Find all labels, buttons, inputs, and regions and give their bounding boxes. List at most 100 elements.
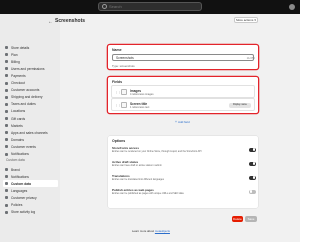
- footer-text: Learn more about: [132, 229, 155, 233]
- sidebar-item-label: Gift cards: [11, 116, 26, 121]
- sidebar-item-label: Apps and sales channels: [11, 130, 48, 135]
- sidebar-item-notifications[interactable]: Notifications: [3, 173, 58, 180]
- sidebar-item-label: Domains: [11, 137, 25, 142]
- fields-card: Fields ⋮⋮ Images 4 references images ⋮⋮ …: [108, 77, 258, 113]
- custom-data-icon: [5, 182, 8, 186]
- sidebar-item-label: Markets: [11, 123, 23, 128]
- checkout-icon: [5, 81, 8, 85]
- sidebar-item-payments[interactable]: Payments: [3, 72, 58, 79]
- customer-privacy-icon: [5, 196, 8, 200]
- sidebar-item-label: Notifications: [11, 174, 29, 179]
- sidebar-item-checkout[interactable]: Checkout: [3, 80, 58, 87]
- option-toggle[interactable]: [249, 147, 256, 152]
- gift-cards-icon: [5, 117, 8, 120]
- apps-and-sales-channels-icon: [5, 131, 8, 135]
- display-name-badge: Display name: [229, 103, 251, 108]
- arrow-left-icon[interactable]: ←: [48, 19, 53, 25]
- save-button[interactable]: Save: [245, 216, 257, 222]
- sidebar-item-label: Users and permissions: [11, 66, 45, 71]
- sidebar-item-domains[interactable]: Domains: [3, 136, 58, 143]
- sidebar-item-shipping-and-delivery[interactable]: Shipping and delivery: [3, 94, 58, 101]
- footer-note: Learn more about metaobjects: [132, 229, 170, 233]
- sidebar-item-plan[interactable]: Plan: [3, 51, 58, 58]
- users-and-permissions-icon: [5, 67, 8, 71]
- sidebar-item-label: Store details: [11, 45, 30, 50]
- text-icon: [121, 102, 127, 108]
- sidebar-item-policies[interactable]: Policies: [3, 202, 58, 209]
- sidebar-item-users-and-permissions[interactable]: Users and permissions: [3, 65, 58, 72]
- sidebar-item-store-details[interactable]: Store details: [3, 44, 58, 51]
- sidebar-item-languages[interactable]: Languages: [3, 187, 58, 194]
- option-description: Entries can be translated into different…: [112, 178, 164, 181]
- option-storefronts-access: Storefronts access Entries can be rendere…: [112, 146, 256, 157]
- sidebar-item-taxes-and-duties[interactable]: Taxes and duties: [3, 101, 58, 108]
- option-translations: Translations Entries can be translated in…: [112, 174, 256, 185]
- top-bar: [0, 0, 300, 14]
- locations-icon: [5, 109, 8, 113]
- sidebar-item-label: Languages: [11, 188, 28, 193]
- option-active-draft-status: Active draft status Entries can have draf…: [112, 160, 256, 171]
- taxes-and-duties-icon: [5, 102, 8, 106]
- sidebar-item-label: Notifications: [11, 152, 29, 156]
- option-toggle[interactable]: [249, 189, 256, 194]
- plus-icon: +: [175, 120, 177, 124]
- metaobjects-link[interactable]: metaobjects: [155, 229, 170, 233]
- field-name: Images: [130, 88, 141, 93]
- toggle-knob: [252, 162, 256, 165]
- option-toggle[interactable]: [249, 175, 256, 180]
- delete-button[interactable]: Delete: [232, 216, 243, 222]
- name-card-title: Name: [112, 48, 122, 52]
- more-actions-button[interactable]: More actions ▾: [234, 17, 258, 23]
- settings-sidebar: Store details Plan Billing Users and permis…: [0, 14, 60, 242]
- sidebar-item-billing[interactable]: Billing: [3, 58, 58, 65]
- markets-icon: [5, 124, 8, 128]
- sidebar-item-apps-and-sales-channels[interactable]: Apps and sales channels: [3, 129, 58, 136]
- avatar[interactable]: [289, 4, 295, 10]
- add-field-button[interactable]: + Add field: [175, 120, 190, 124]
- sidebar-item-markets[interactable]: Markets: [3, 122, 58, 129]
- domains-icon: [5, 138, 8, 142]
- customer-events-icon: [5, 145, 8, 149]
- sidebar-item-label: Customer events: [11, 144, 36, 149]
- field-name: Screen title: [130, 101, 148, 106]
- sidebar-item-store-activity-log[interactable]: Store activity log: [3, 209, 58, 216]
- type-handle: Type: screenshots: [112, 64, 135, 68]
- sidebar-item-label: Plan: [11, 52, 18, 57]
- sidebar-item-brand[interactable]: Brand: [3, 166, 58, 173]
- toggle-knob: [252, 176, 256, 179]
- more-actions-label: More actions: [236, 18, 254, 22]
- sidebar-item-label: Payments: [11, 73, 26, 78]
- page-title: Screenshots: [55, 18, 86, 24]
- search-bar[interactable]: [98, 2, 202, 11]
- sidebar-item-label: Customer accounts: [11, 88, 40, 93]
- sidebar-heading: Custom data: [6, 158, 25, 162]
- field-row[interactable]: ⋮⋮ Images 4 references images: [111, 85, 255, 98]
- sidebar-item-label: Custom data: [11, 181, 31, 186]
- name-field[interactable]: [112, 54, 254, 61]
- sidebar-item-label: Checkout: [11, 81, 25, 85]
- sidebar-item-custom-data[interactable]: Custom data: [3, 180, 58, 188]
- sidebar-item-locations[interactable]: Locations: [3, 108, 58, 115]
- toggle-knob: [249, 190, 253, 193]
- image-icon: [121, 89, 127, 95]
- options-card: Options Storefronts access Entries can be…: [108, 136, 258, 208]
- notifications-icon: [5, 175, 8, 179]
- sidebar-item-gift-cards[interactable]: Gift cards: [3, 115, 58, 122]
- sidebar-item-label: Store activity log: [11, 210, 36, 215]
- option-toggle[interactable]: [249, 161, 256, 166]
- sidebar-item-customer-events[interactable]: Customer events: [3, 143, 58, 150]
- option-description: Entries can have draft or active status …: [112, 164, 162, 167]
- field-row[interactable]: ⋮⋮ Screen title 1 references text Displa…: [111, 98, 255, 111]
- shipping-and-delivery-icon: [5, 95, 8, 99]
- sidebar-item-label: Billing: [11, 59, 20, 64]
- plan-icon: [5, 53, 8, 57]
- sidebar-item-customer-accounts[interactable]: Customer accounts: [3, 87, 58, 94]
- sidebar-item-label: Shipping and delivery: [11, 95, 43, 100]
- search-input[interactable]: [109, 3, 199, 10]
- sidebar-item-label: Brand: [11, 167, 20, 172]
- add-field-label: Add field: [177, 120, 190, 124]
- sidebar-item-notifications[interactable]: Notifications: [3, 151, 58, 158]
- search-icon: [102, 4, 107, 9]
- sidebar-item-customer-privacy[interactable]: Customer privacy: [3, 194, 58, 201]
- notifications-icon: [5, 152, 8, 156]
